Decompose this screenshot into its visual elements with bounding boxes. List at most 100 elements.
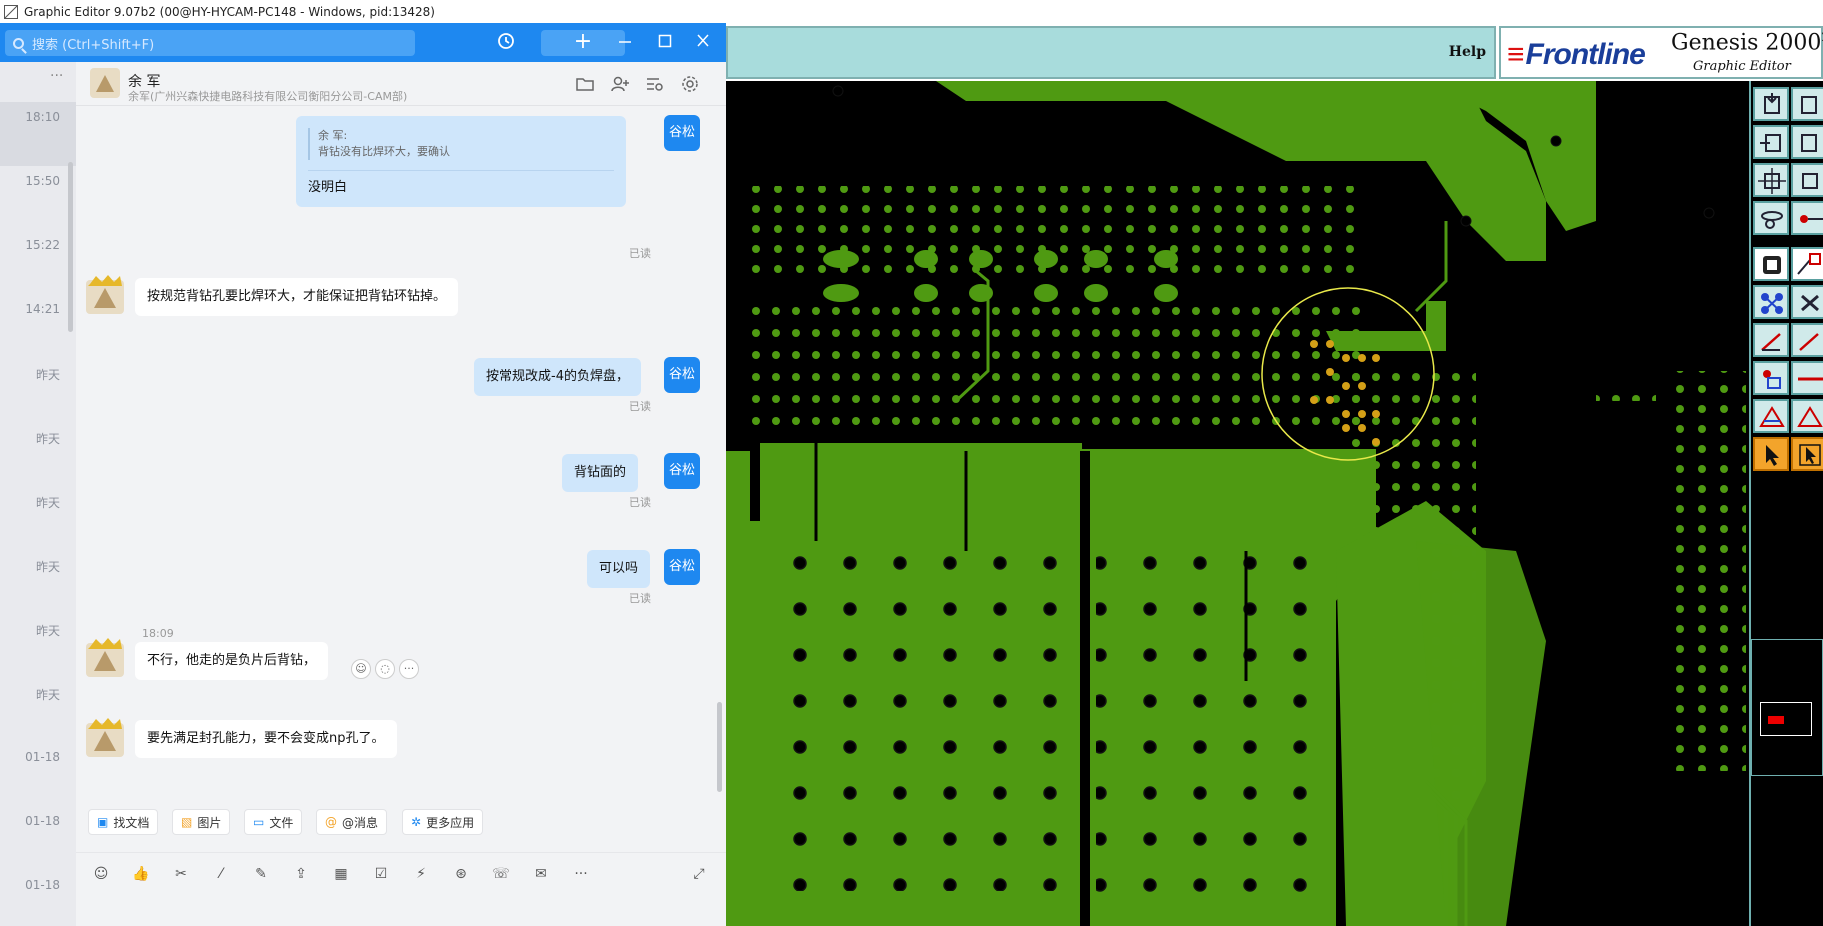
settings-icon[interactable] xyxy=(680,74,700,94)
sender-avatar[interactable]: 谷松 xyxy=(664,549,700,585)
screen: Graphic Editor 9.07b2 (00@HY-HYCAM-PC148… xyxy=(0,0,1823,926)
minimize-icon[interactable] xyxy=(614,31,636,58)
tool-fit-icon[interactable] xyxy=(1753,163,1789,197)
read-status: 已读 xyxy=(629,247,651,260)
tool-delete-icon[interactable] xyxy=(1791,285,1823,319)
mention-icon: @ xyxy=(325,815,337,829)
chat-scrollbar[interactable] xyxy=(717,702,722,792)
tool-triangle2-icon[interactable] xyxy=(1791,399,1823,433)
tool-triangle-icon[interactable] xyxy=(1753,399,1789,433)
upload-icon[interactable]: ⇪ xyxy=(292,865,310,883)
avatar[interactable] xyxy=(84,274,128,314)
message-actions: ☺ ◌ ··· xyxy=(351,659,419,679)
expand-icon[interactable]: ⤢ xyxy=(690,865,708,883)
tool-load-icon[interactable] xyxy=(1753,87,1789,121)
help-menu[interactable]: Help xyxy=(1449,44,1486,60)
find-doc-button[interactable]: ▣ 找文档 xyxy=(88,809,159,835)
pcb-artwork xyxy=(726,81,1749,926)
tool-zoom-icon[interactable] xyxy=(1791,163,1823,197)
minimap[interactable] xyxy=(1751,639,1823,776)
sender-avatar[interactable]: 谷松 xyxy=(664,115,700,151)
tool-pad-icon[interactable] xyxy=(1753,361,1789,395)
message-bubble[interactable]: 可以吗 xyxy=(587,550,651,588)
window-title: Graphic Editor 9.07b2 (00@HY-HYCAM-PC148… xyxy=(24,4,435,19)
thumbs-up-icon[interactable]: 👍 xyxy=(132,865,150,883)
mention-button[interactable]: @ @消息 xyxy=(316,809,388,835)
maximize-icon[interactable] xyxy=(654,31,676,58)
add-button[interactable]: + xyxy=(541,30,625,56)
task-icon[interactable]: ☑ xyxy=(372,865,390,883)
reaction-icon[interactable]: ☺ xyxy=(351,659,371,679)
command-icon[interactable]: ⁄ xyxy=(212,865,230,883)
tool-export-icon[interactable] xyxy=(1791,125,1823,159)
list-item[interactable]: 15:50 xyxy=(0,166,76,230)
lightning-icon[interactable]: ⚡ xyxy=(412,865,430,883)
message-bubble[interactable]: 不行，他走的是负片后背钻， xyxy=(135,642,329,680)
read-status: 已读 xyxy=(629,400,651,413)
list-item[interactable]: 昨天 xyxy=(0,422,76,486)
note-icon[interactable]: ✎ xyxy=(252,865,270,883)
message-bubble[interactable]: 按规范背钻孔要比焊环大，才能保证把背钻环钻掉。 xyxy=(135,278,459,316)
more-icon[interactable]: ··· xyxy=(399,659,419,679)
emoji-icon[interactable]: ☺ xyxy=(92,865,110,883)
sender-avatar[interactable]: 谷松 xyxy=(664,453,700,489)
list-item[interactable]: 01-18 xyxy=(0,806,76,870)
list-item[interactable]: 昨天 xyxy=(0,486,76,550)
list-item[interactable]: 昨天 xyxy=(0,358,76,422)
tool-column xyxy=(1749,81,1823,926)
avatar[interactable] xyxy=(90,68,120,98)
message-time: 18:09 xyxy=(142,627,174,640)
reply-icon[interactable]: ◌ xyxy=(375,659,395,679)
list-item[interactable]: 01-18 xyxy=(0,870,76,926)
list-item[interactable]: 18:10 xyxy=(0,102,76,166)
mail-icon[interactable]: ✉ xyxy=(532,865,550,883)
window-titlebar: Graphic Editor 9.07b2 (00@HY-HYCAM-PC148… xyxy=(0,0,1823,23)
phone-icon[interactable]: ☏ xyxy=(492,865,510,883)
search-history-icon[interactable] xyxy=(645,74,665,94)
tool-import-icon[interactable] xyxy=(1753,125,1789,159)
list-scrollbar[interactable] xyxy=(68,162,73,332)
tool-pointer2-icon[interactable] xyxy=(1791,437,1823,471)
add-member-icon[interactable] xyxy=(610,74,630,94)
tool-trace-icon[interactable] xyxy=(1791,361,1823,395)
folder-icon[interactable] xyxy=(575,74,595,94)
tool-layer-icon[interactable] xyxy=(1753,201,1789,235)
file-button[interactable]: ▭ 文件 xyxy=(244,809,303,835)
list-item[interactable]: 昨天 xyxy=(0,550,76,614)
more-apps-button[interactable]: ✲ 更多应用 xyxy=(402,809,484,835)
list-item[interactable]: 01-18 xyxy=(0,742,76,806)
share-icon[interactable]: ⊛ xyxy=(452,865,470,883)
doc-icon: ▣ xyxy=(97,815,109,829)
image-button[interactable]: ▧ 图片 xyxy=(172,809,231,835)
scissors-icon[interactable]: ✂ xyxy=(172,865,190,883)
image-icon: ▧ xyxy=(181,815,193,829)
close-icon[interactable] xyxy=(692,31,714,58)
conversation-header: 余 军 余军(广州兴森快捷电路科技有限公司衡阳分公司-CAM部) xyxy=(76,62,726,106)
tool-select-box-icon[interactable] xyxy=(1753,247,1789,281)
avatar[interactable] xyxy=(84,637,128,677)
list-item[interactable]: 14:21 xyxy=(0,294,76,358)
pcb-canvas[interactable] xyxy=(726,81,1749,926)
tool-line-icon[interactable] xyxy=(1753,323,1789,357)
history-icon[interactable] xyxy=(494,31,518,58)
message-bubble[interactable]: 要先满足封孔能力，要不会变成np孔了。 xyxy=(135,720,397,758)
message-bubble[interactable]: 背钻面的 xyxy=(562,454,639,492)
tool-draw-icon[interactable] xyxy=(1791,247,1823,281)
tool-net-icon[interactable] xyxy=(1753,285,1789,319)
more-icon[interactable]: ··· xyxy=(572,865,590,883)
list-more-icon[interactable]: ··· xyxy=(50,68,63,84)
message-bubble[interactable]: 余 军: 背钻没有比焊环大，要确认 没明白 xyxy=(296,116,626,207)
search-input[interactable]: 搜索 (Ctrl+Shift+F) xyxy=(5,30,415,56)
tool-measure-icon[interactable] xyxy=(1791,201,1823,235)
tool-pointer-icon[interactable] xyxy=(1753,437,1789,471)
avatar[interactable] xyxy=(84,717,128,757)
tool-line2-icon[interactable] xyxy=(1791,323,1823,357)
list-item[interactable]: 15:22 xyxy=(0,230,76,294)
message-bubble[interactable]: 按常规改成-4的负焊盘， xyxy=(474,358,641,396)
calendar-icon[interactable]: ▦ xyxy=(332,865,350,883)
read-status: 已读 xyxy=(629,496,651,509)
list-item[interactable]: 昨天 xyxy=(0,678,76,742)
sender-avatar[interactable]: 谷松 xyxy=(664,357,700,393)
list-item[interactable]: 昨天 xyxy=(0,614,76,678)
tool-save-icon[interactable] xyxy=(1791,87,1823,121)
